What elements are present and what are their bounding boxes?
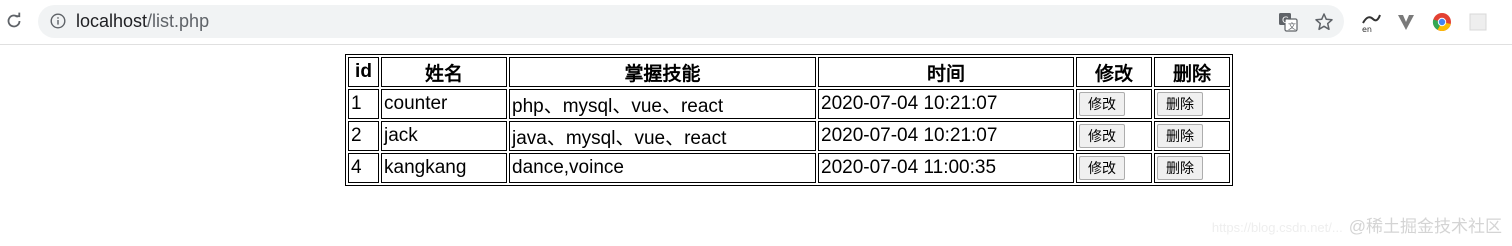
url-path: /list.php xyxy=(147,11,210,31)
cell-edit: 修改 xyxy=(1076,121,1152,151)
table-row: 1 counter php、mysql、vue、react 2020-07-04… xyxy=(348,89,1230,119)
cell-delete: 删除 xyxy=(1154,89,1230,119)
cell-skills: php、mysql、vue、react xyxy=(509,89,816,119)
watermark-text: @稀土掘金技术社区 xyxy=(1348,217,1502,236)
header-skills: 掌握技能 xyxy=(509,57,816,87)
cell-edit: 修改 xyxy=(1076,153,1152,183)
watermark: https://blog.csdn.net/... @稀土掘金技术社区 xyxy=(1212,212,1502,237)
cell-time: 2020-07-04 10:21:07 xyxy=(818,121,1074,151)
extension-icon[interactable] xyxy=(1467,11,1489,33)
cell-name: jack xyxy=(381,121,507,151)
header-time: 时间 xyxy=(818,57,1074,87)
address-bar[interactable]: localhost/list.php G 文 xyxy=(38,5,1344,38)
browser-toolbar: localhost/list.php G 文 en xyxy=(0,0,1512,45)
delete-button[interactable]: 删除 xyxy=(1157,92,1203,116)
cell-name: counter xyxy=(381,89,507,119)
cell-skills: dance,voince xyxy=(509,153,816,183)
cell-time: 2020-07-04 11:00:35 xyxy=(818,153,1074,183)
header-edit: 修改 xyxy=(1076,57,1152,87)
delete-button[interactable]: 删除 xyxy=(1157,124,1203,148)
url-text[interactable]: localhost/list.php xyxy=(76,11,209,32)
cell-delete: 删除 xyxy=(1154,121,1230,151)
edit-button[interactable]: 修改 xyxy=(1079,92,1125,116)
table-row: 4 kangkang dance,voince 2020-07-04 11:00… xyxy=(348,153,1230,183)
cell-id: 4 xyxy=(348,153,379,183)
header-delete: 删除 xyxy=(1154,57,1230,87)
edit-button[interactable]: 修改 xyxy=(1079,156,1125,180)
cell-time: 2020-07-04 10:21:07 xyxy=(818,89,1074,119)
vivaldi-extension-icon[interactable] xyxy=(1395,11,1417,33)
svg-text:文: 文 xyxy=(1288,21,1296,31)
cell-edit: 修改 xyxy=(1076,89,1152,119)
watermark-faint-url: https://blog.csdn.net/... xyxy=(1211,220,1343,235)
svg-text:en: en xyxy=(1362,25,1372,33)
table-row: 2 jack java、mysql、vue、react 2020-07-04 1… xyxy=(348,121,1230,151)
bookmark-star-icon[interactable] xyxy=(1314,12,1334,32)
edit-button[interactable]: 修改 xyxy=(1079,124,1125,148)
table-header-row: id 姓名 掌握技能 时间 修改 删除 xyxy=(348,57,1230,87)
cell-name: kangkang xyxy=(381,153,507,183)
chrome-icon[interactable] xyxy=(1431,11,1453,33)
cell-delete: 删除 xyxy=(1154,153,1230,183)
reload-icon[interactable] xyxy=(4,10,24,32)
url-host: localhost xyxy=(76,11,148,31)
site-info-icon[interactable] xyxy=(50,13,66,29)
cell-id: 2 xyxy=(348,121,379,151)
header-name: 姓名 xyxy=(381,57,507,87)
enable-extension-icon[interactable]: en xyxy=(1360,11,1382,34)
cell-id: 1 xyxy=(348,89,379,119)
translate-icon[interactable]: G 文 xyxy=(1278,12,1298,32)
cell-skills: java、mysql、vue、react xyxy=(509,121,816,151)
header-id: id xyxy=(348,57,379,87)
delete-button[interactable]: 删除 xyxy=(1157,156,1203,180)
user-skills-table: id 姓名 掌握技能 时间 修改 删除 1 counter php、mysql、… xyxy=(345,54,1233,186)
